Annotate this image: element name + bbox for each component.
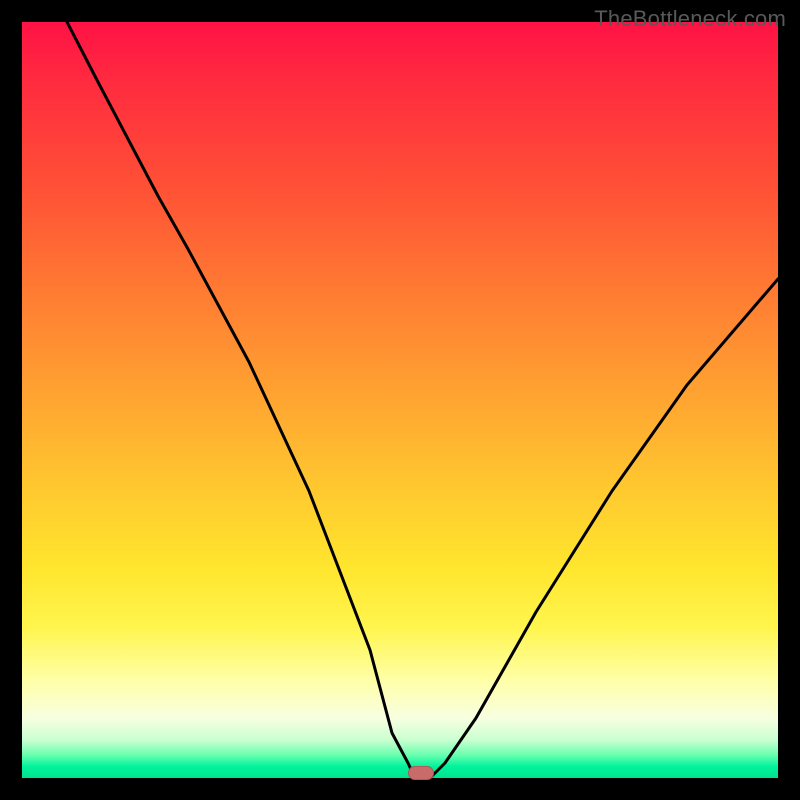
plot-area [22,22,778,778]
min-marker [408,766,434,780]
bottleneck-curve [22,22,778,778]
watermark-text: TheBottleneck.com [594,6,786,32]
curve-path [67,22,778,778]
chart-frame: TheBottleneck.com [0,0,800,800]
